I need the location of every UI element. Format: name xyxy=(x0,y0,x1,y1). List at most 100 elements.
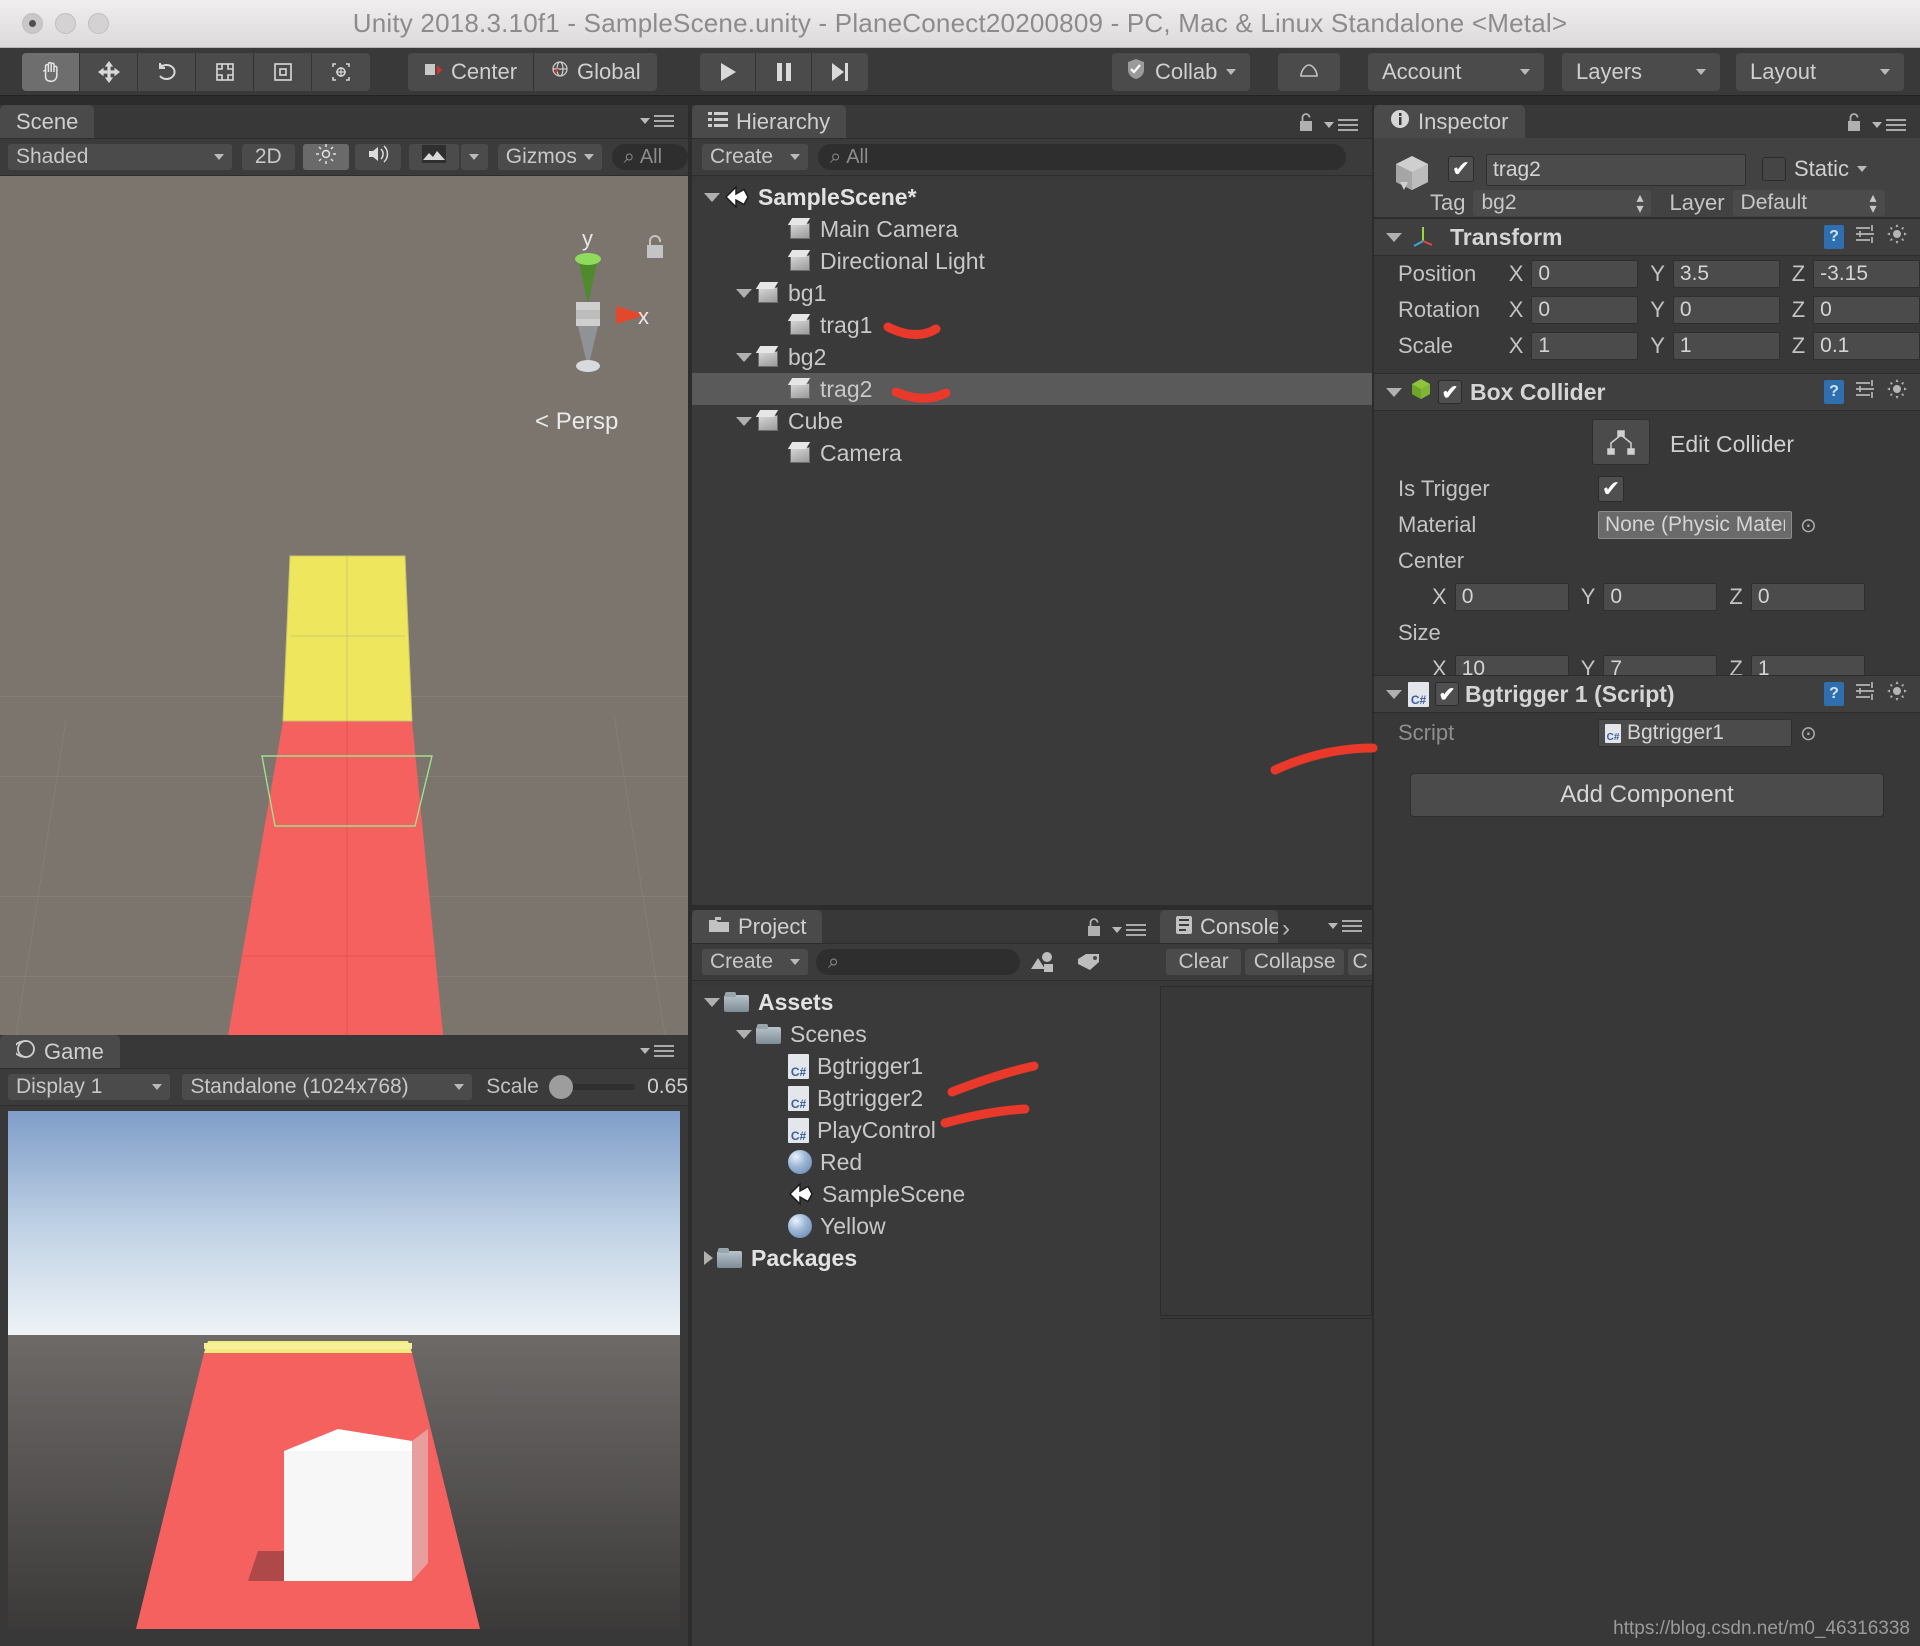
collapse-triangle-icon[interactable] xyxy=(704,1251,713,1265)
material-object-field[interactable]: None (Physic Material) xyxy=(1598,511,1792,539)
tab-game[interactable]: Game xyxy=(0,1035,120,1068)
scene-panel-menu[interactable] xyxy=(640,112,674,130)
help-icon[interactable]: ? xyxy=(1824,380,1844,404)
tab-scene[interactable]: Scene xyxy=(0,105,94,138)
gear-icon[interactable] xyxy=(1886,223,1908,251)
tab-project[interactable]: Project xyxy=(692,910,822,943)
is-trigger-checkbox[interactable]: ✔ xyxy=(1598,476,1624,502)
pause-button[interactable] xyxy=(756,53,812,91)
scene-viewport[interactable]: y x < Persp xyxy=(0,176,688,1035)
project-item-scenes[interactable]: Scenes xyxy=(692,1018,1160,1050)
transform-rotation-x-input[interactable]: 0 xyxy=(1531,296,1638,324)
transform-rotation-z-input[interactable]: 0 xyxy=(1813,296,1920,324)
aspect-dropdown[interactable]: Standalone (1024x768) xyxy=(182,1074,472,1100)
scene-view-gizmo[interactable]: y x xyxy=(520,226,650,382)
project-filter-label-button[interactable] xyxy=(1066,951,1112,973)
lock-icon[interactable] xyxy=(1298,112,1314,138)
scale-tool-button[interactable] xyxy=(196,53,254,91)
script-object-field[interactable]: C# Bgtrigger1 xyxy=(1598,719,1792,747)
lighting-toggle-button[interactable] xyxy=(303,144,349,170)
fx-toggle-button[interactable] xyxy=(409,144,459,170)
play-button[interactable] xyxy=(700,53,756,91)
collapse-triangle-icon[interactable] xyxy=(1386,690,1402,699)
edit-collider-button[interactable] xyxy=(1592,419,1650,465)
collapse-triangle-icon[interactable] xyxy=(1386,388,1402,397)
transform-scale-x-input[interactable]: 1 xyxy=(1531,332,1638,360)
tab-hierarchy[interactable]: Hierarchy xyxy=(692,105,846,138)
center-z-input[interactable]: 0 xyxy=(1751,583,1865,611)
transform-header[interactable]: Transform ? xyxy=(1374,218,1920,256)
console-log-list[interactable] xyxy=(1160,986,1372,1316)
rect-tool-button[interactable] xyxy=(254,53,312,91)
tag-dropdown[interactable]: bg2 ▴▾ xyxy=(1473,190,1651,216)
pivot-mode-button[interactable]: Center xyxy=(408,53,534,91)
project-item-assets[interactable]: Assets xyxy=(692,986,1160,1018)
box-collider-enabled-checkbox[interactable]: ✔ xyxy=(1438,380,1462,404)
console-clear-on-play-button[interactable]: C xyxy=(1348,949,1372,975)
perspective-label[interactable]: < Persp xyxy=(535,408,618,436)
gear-icon[interactable] xyxy=(1886,378,1908,406)
hand-tool-button[interactable] xyxy=(22,53,80,91)
project-filter-type-button[interactable] xyxy=(1020,951,1066,973)
scale-slider-handle[interactable] xyxy=(549,1075,573,1099)
fx-dropdown[interactable] xyxy=(461,144,488,170)
transform-position-x-input[interactable]: 0 xyxy=(1531,260,1638,288)
hierarchy-tree[interactable]: SampleScene*Main CameraDirectional Light… xyxy=(692,181,1372,905)
collapse-triangle-icon[interactable] xyxy=(1386,233,1402,242)
game-viewport[interactable] xyxy=(8,1111,680,1629)
preset-icon[interactable] xyxy=(1854,223,1876,251)
transform-position-z-input[interactable]: -3.15 xyxy=(1813,260,1920,288)
object-name-input[interactable]: trag2 xyxy=(1486,154,1746,186)
hierarchy-item-trag1[interactable]: trag1 xyxy=(692,309,1372,341)
project-item-yellow[interactable]: Yellow xyxy=(692,1210,1160,1242)
console-tab-overflow-icon[interactable]: › xyxy=(1282,915,1290,943)
transform-rotation-y-input[interactable]: 0 xyxy=(1673,296,1780,324)
hierarchy-create-button[interactable]: Create xyxy=(702,144,808,170)
gameobject-enabled-checkbox[interactable]: ✔ xyxy=(1448,156,1474,182)
cloud-button[interactable] xyxy=(1278,53,1340,91)
inspector-panel-menu[interactable] xyxy=(1846,112,1906,138)
script-component-header[interactable]: C# ✔ Bgtrigger 1 (Script) ? xyxy=(1374,675,1920,713)
hierarchy-item-samplescene[interactable]: SampleScene* xyxy=(692,181,1372,213)
preset-icon[interactable] xyxy=(1854,378,1876,406)
transform-tool-button[interactable] xyxy=(312,53,370,91)
console-detail-pane[interactable] xyxy=(1160,1318,1372,1646)
expand-triangle-icon[interactable] xyxy=(704,193,720,202)
hierarchy-item-bg1[interactable]: bg1 xyxy=(692,277,1372,309)
scale-slider[interactable] xyxy=(549,1084,635,1090)
console-panel-menu[interactable] xyxy=(1328,917,1362,935)
hierarchy-panel-menu[interactable] xyxy=(1298,112,1358,138)
hierarchy-item-maincamera[interactable]: Main Camera xyxy=(692,213,1372,245)
project-item-packages[interactable]: Packages xyxy=(692,1242,1160,1274)
transform-position-y-input[interactable]: 3.5 xyxy=(1673,260,1780,288)
shading-mode-dropdown[interactable]: Shaded xyxy=(8,144,232,170)
toggle-2d-button[interactable]: 2D xyxy=(242,144,295,170)
game-panel-menu[interactable] xyxy=(640,1042,674,1060)
hierarchy-search-input[interactable]: ⌕ All xyxy=(818,144,1346,170)
project-create-button[interactable]: Create xyxy=(702,949,808,975)
console-clear-button[interactable]: Clear xyxy=(1166,949,1241,975)
scene-search-input[interactable]: ⌕ All xyxy=(612,144,688,170)
expand-triangle-icon[interactable] xyxy=(736,417,752,426)
expand-triangle-icon[interactable] xyxy=(736,353,752,362)
project-item-bgtrigger1[interactable]: C#Bgtrigger1 xyxy=(692,1050,1160,1082)
project-panel-menu[interactable] xyxy=(1086,917,1146,943)
account-button[interactable]: Account xyxy=(1368,53,1544,91)
help-icon[interactable]: ? xyxy=(1824,682,1844,706)
project-item-samplescene[interactable]: SampleScene xyxy=(692,1178,1160,1210)
project-item-bgtrigger2[interactable]: C#Bgtrigger2 xyxy=(692,1082,1160,1114)
audio-toggle-button[interactable] xyxy=(355,144,401,170)
lock-icon[interactable] xyxy=(1846,112,1862,138)
layers-button[interactable]: Layers xyxy=(1562,53,1720,91)
hierarchy-item-bg2[interactable]: bg2 xyxy=(692,341,1372,373)
expand-triangle-icon[interactable] xyxy=(736,1030,752,1039)
layout-button[interactable]: Layout xyxy=(1736,53,1904,91)
hierarchy-item-camera[interactable]: Camera xyxy=(692,437,1372,469)
transform-scale-y-input[interactable]: 1 xyxy=(1673,332,1780,360)
center-y-input[interactable]: 0 xyxy=(1603,583,1717,611)
add-component-button[interactable]: Add Component xyxy=(1410,773,1884,817)
object-picker-icon[interactable]: ⊙ xyxy=(1800,721,1817,746)
expand-triangle-icon[interactable] xyxy=(704,998,720,1007)
help-icon[interactable]: ? xyxy=(1824,225,1844,249)
gizmos-dropdown[interactable]: Gizmos xyxy=(498,144,602,170)
